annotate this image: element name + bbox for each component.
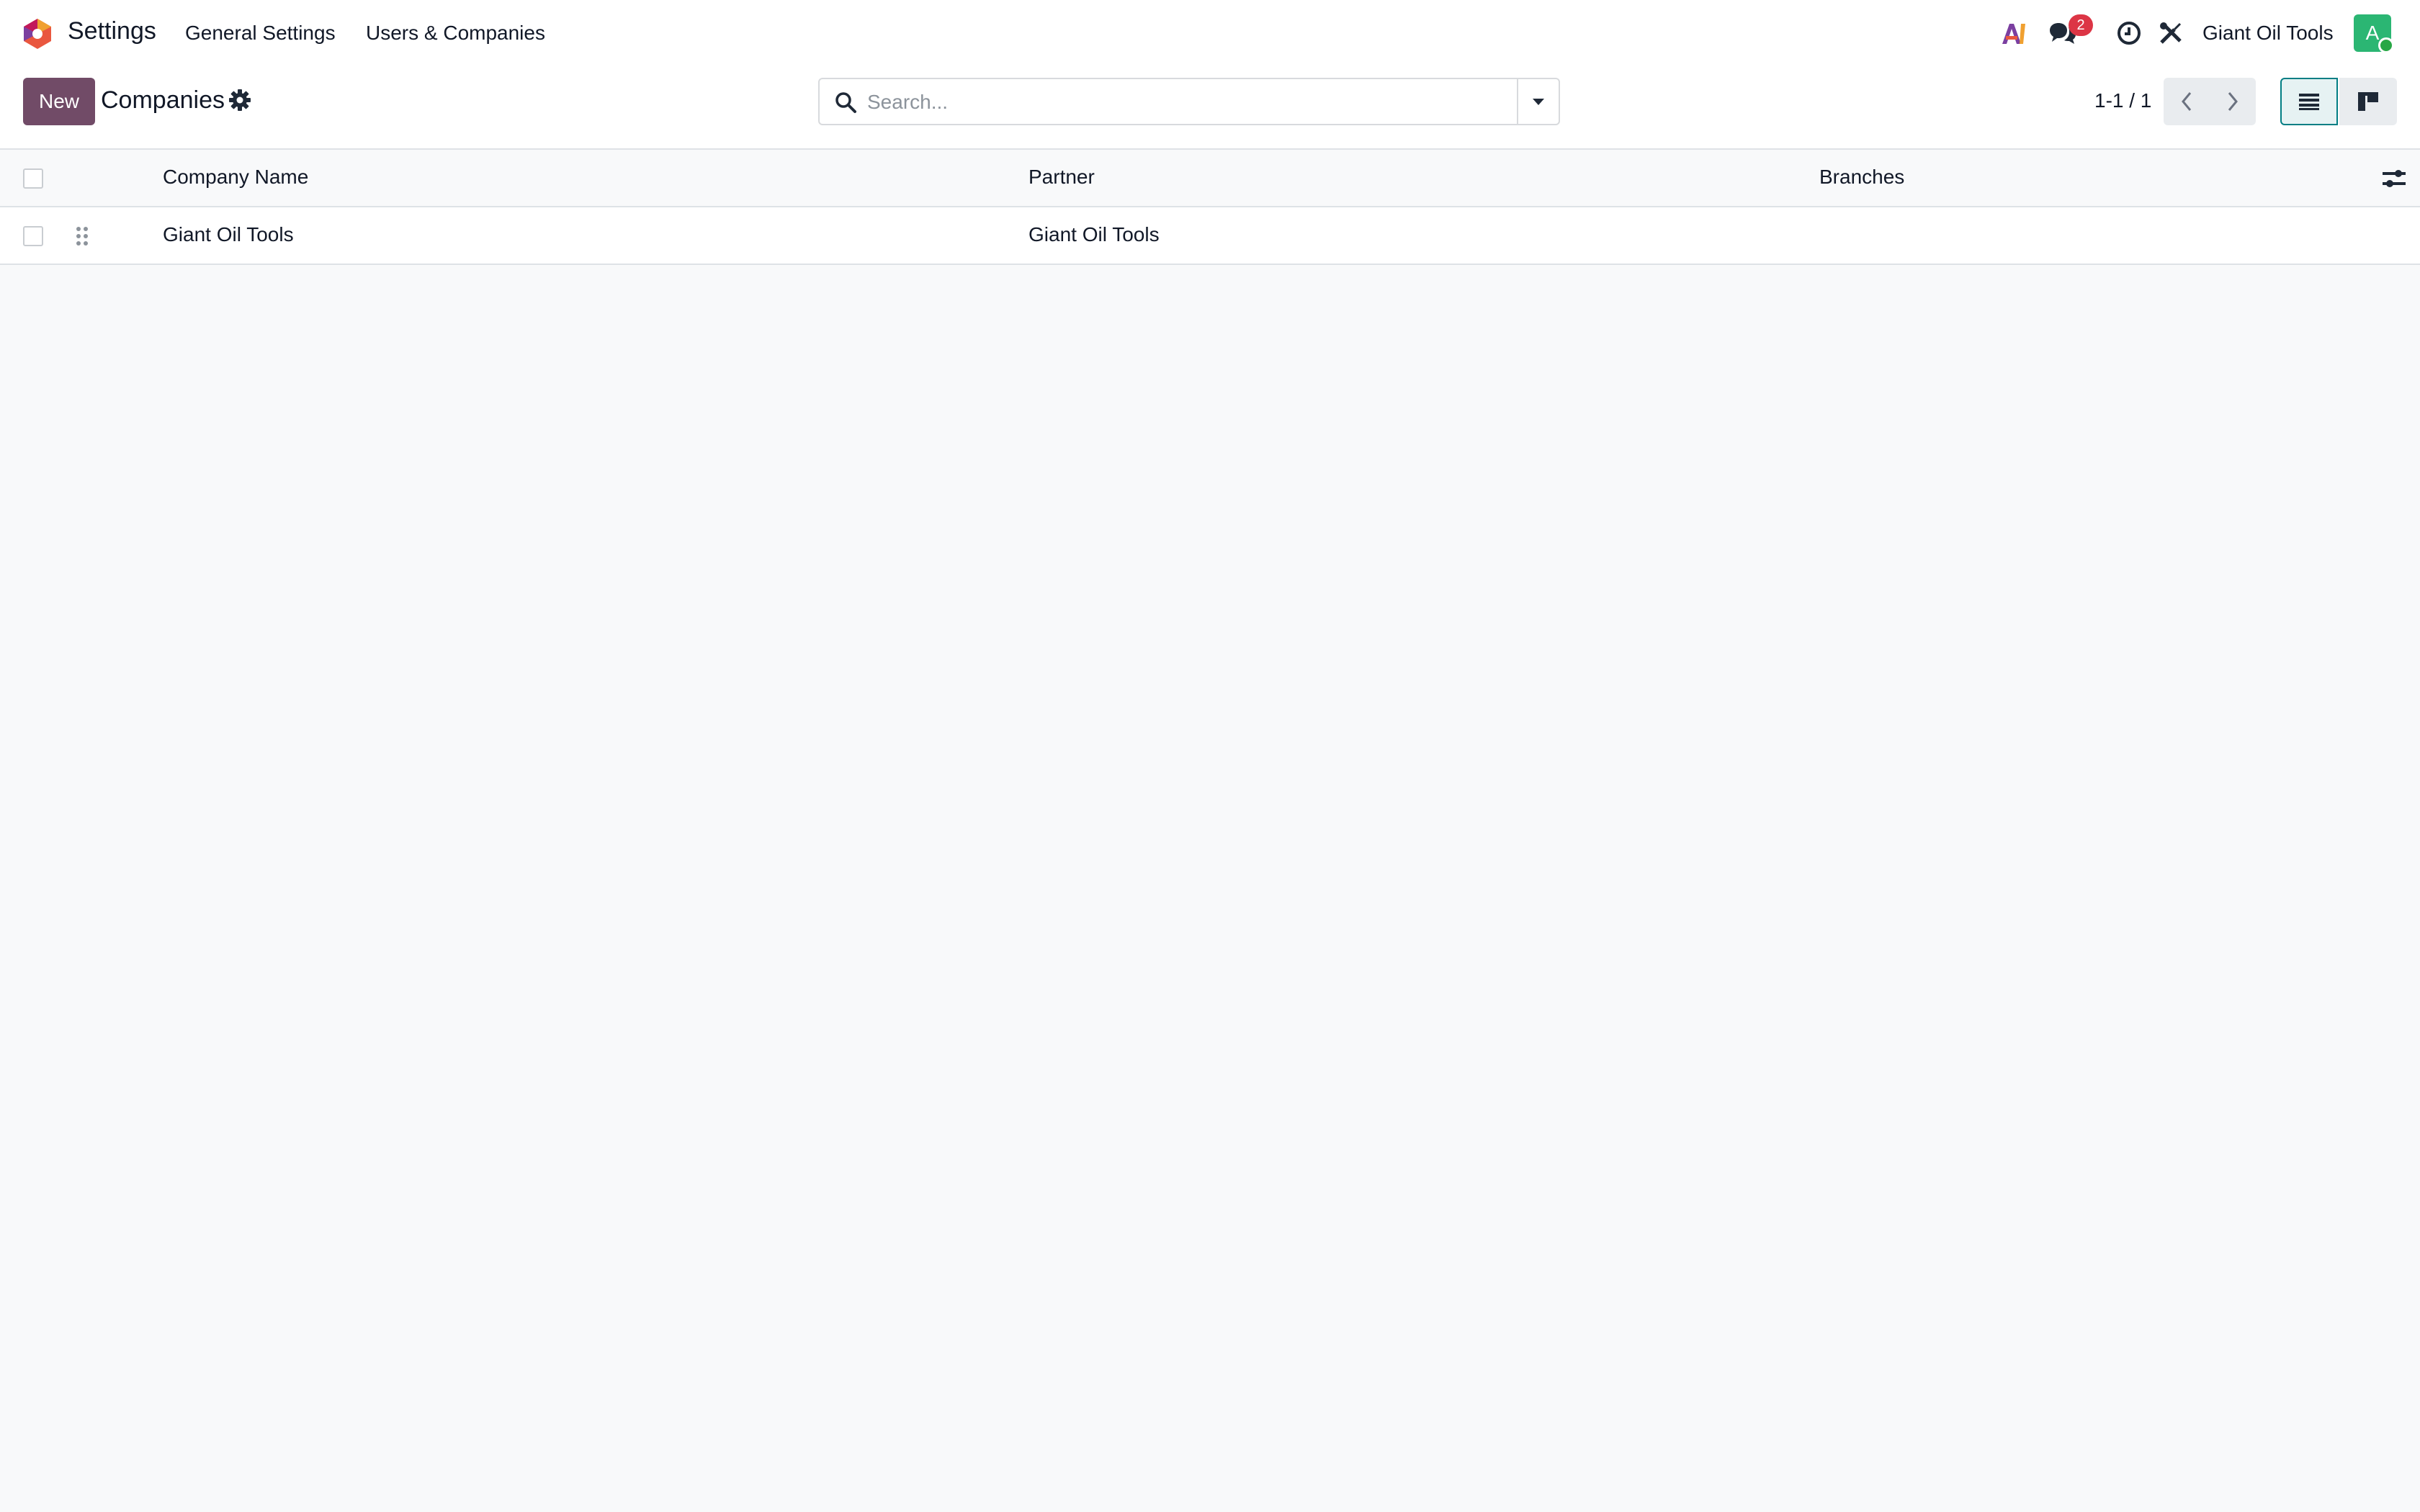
debug-tools-icon[interactable] [2156, 19, 2185, 48]
search-input[interactable] [867, 86, 1515, 118]
kanban-view-button[interactable] [2339, 78, 2397, 125]
control-panel: New Companies 1-1 / 1 [0, 66, 2420, 150]
ai-icon[interactable] [1999, 19, 2028, 48]
caret-down-icon [1533, 99, 1544, 105]
online-status-indicator [2378, 37, 2394, 53]
gear-icon[interactable] [228, 88, 252, 112]
app-name[interactable]: Settings [68, 17, 156, 45]
kanban-view-icon [2358, 92, 2378, 111]
drag-handle-icon[interactable] [73, 223, 91, 249]
new-button[interactable]: New [23, 78, 95, 125]
odoo-app-logo-icon[interactable] [22, 17, 53, 50]
column-header-branches[interactable]: Branches [1819, 166, 1904, 189]
table-header: Company Name Partner Branches [0, 150, 2420, 207]
company-switcher[interactable]: Giant Oil Tools [2202, 22, 2334, 45]
activity-clock-icon[interactable] [2115, 19, 2143, 48]
cell-company-name: Giant Oil Tools [163, 223, 294, 246]
pager-previous-button[interactable] [2164, 78, 2210, 125]
table-row[interactable]: Giant Oil Tools Giant Oil Tools [0, 207, 2420, 265]
column-header-partner[interactable]: Partner [1028, 166, 1095, 189]
list-view-button[interactable] [2280, 78, 2338, 125]
select-all-checkbox[interactable] [23, 168, 43, 189]
chevron-left-icon [2182, 92, 2192, 111]
menu-users-companies[interactable]: Users & Companies [366, 22, 545, 45]
chevron-right-icon [2228, 92, 2238, 111]
pager-next-button[interactable] [2210, 78, 2256, 125]
pager-value[interactable]: 1-1 / 1 [2094, 89, 2151, 112]
messages-count-badge: 2 [2069, 14, 2093, 36]
optional-columns-icon[interactable] [2381, 166, 2407, 192]
search-options-toggle[interactable] [1517, 79, 1559, 124]
column-header-company-name[interactable]: Company Name [163, 166, 308, 189]
row-select-checkbox[interactable] [23, 226, 43, 246]
list-view-icon [2299, 94, 2319, 110]
menu-general-settings[interactable]: General Settings [185, 22, 336, 45]
search-bar [818, 78, 1560, 125]
breadcrumb-title: Companies [101, 86, 225, 114]
search-icon [835, 92, 856, 113]
top-navbar: Settings General Settings Users & Compan… [0, 0, 2420, 66]
cell-partner: Giant Oil Tools [1028, 223, 1160, 246]
